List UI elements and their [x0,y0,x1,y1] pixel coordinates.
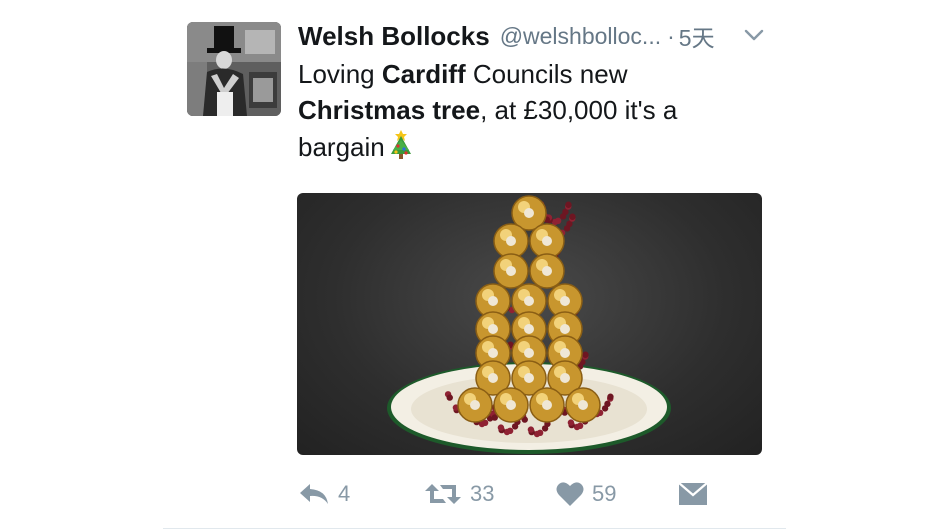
tweet-actions: 4 33 59 [298,478,718,510]
berry-decoration [541,425,549,432]
berry-decoration [582,351,589,358]
gold-ball [529,387,565,423]
gold-ball [493,253,529,289]
berry-decoration [497,424,505,431]
berry-decoration [559,213,567,220]
hashtag-cardiff[interactable]: Cardiff [382,59,466,89]
avatar-photo [187,22,281,116]
tweet-divider [163,528,786,529]
christmas-tree-emoji-icon [390,130,411,159]
berry-decoration [601,405,609,412]
retweet-count: 33 [470,481,495,506]
berry-decoration [563,225,571,232]
like-count: 59 [592,481,617,506]
berry-decoration [446,394,453,401]
user-avatar[interactable] [187,22,281,116]
retweet-icon[interactable] [424,481,462,507]
like-action[interactable]: 59 [556,478,616,510]
envelope-icon[interactable] [678,482,708,506]
direct-message-action[interactable] [678,478,708,510]
berry-decoration [569,213,576,220]
reply-icon[interactable] [298,482,330,506]
display-name[interactable]: Welsh Bollocks [298,21,490,52]
gold-ball [457,387,493,423]
gold-ball [529,223,565,259]
tweet-text-part: Loving [298,59,382,89]
tweet-text: Loving Cardiff Councils new Christmas tr… [298,56,768,165]
gold-ball [493,387,529,423]
berry-decoration [607,393,614,400]
berry-decoration [576,422,584,430]
berry-decoration [567,419,575,426]
berry-decoration [554,217,562,225]
ferrero-tree-photo [387,195,671,454]
user-handle[interactable]: @welshbolloc... [500,23,661,50]
berry-decoration [506,427,514,435]
gold-ball [493,223,529,259]
reply-action[interactable]: 4 [298,478,350,510]
tweet-media-image[interactable] [297,193,762,455]
tweet-text-part: Councils new [465,59,628,89]
hashtag-christmas-tree[interactable]: Christmas tree [298,95,480,125]
berry-decoration [536,429,544,437]
gold-ball [565,387,601,423]
heart-icon[interactable] [556,481,584,507]
separator-dot: · [667,22,675,49]
timestamp[interactable]: 5天 [679,19,715,53]
berry-decoration [565,201,572,208]
berry-decoration [527,426,535,433]
chevron-down-icon[interactable] [744,28,764,42]
reply-count: 4 [338,481,351,506]
tweet-header: Welsh Bollocks @welshbolloc... · 5天 [298,18,778,54]
berry-decoration [511,423,519,430]
retweet-action[interactable]: 33 [424,478,494,510]
gold-ball [529,253,565,289]
